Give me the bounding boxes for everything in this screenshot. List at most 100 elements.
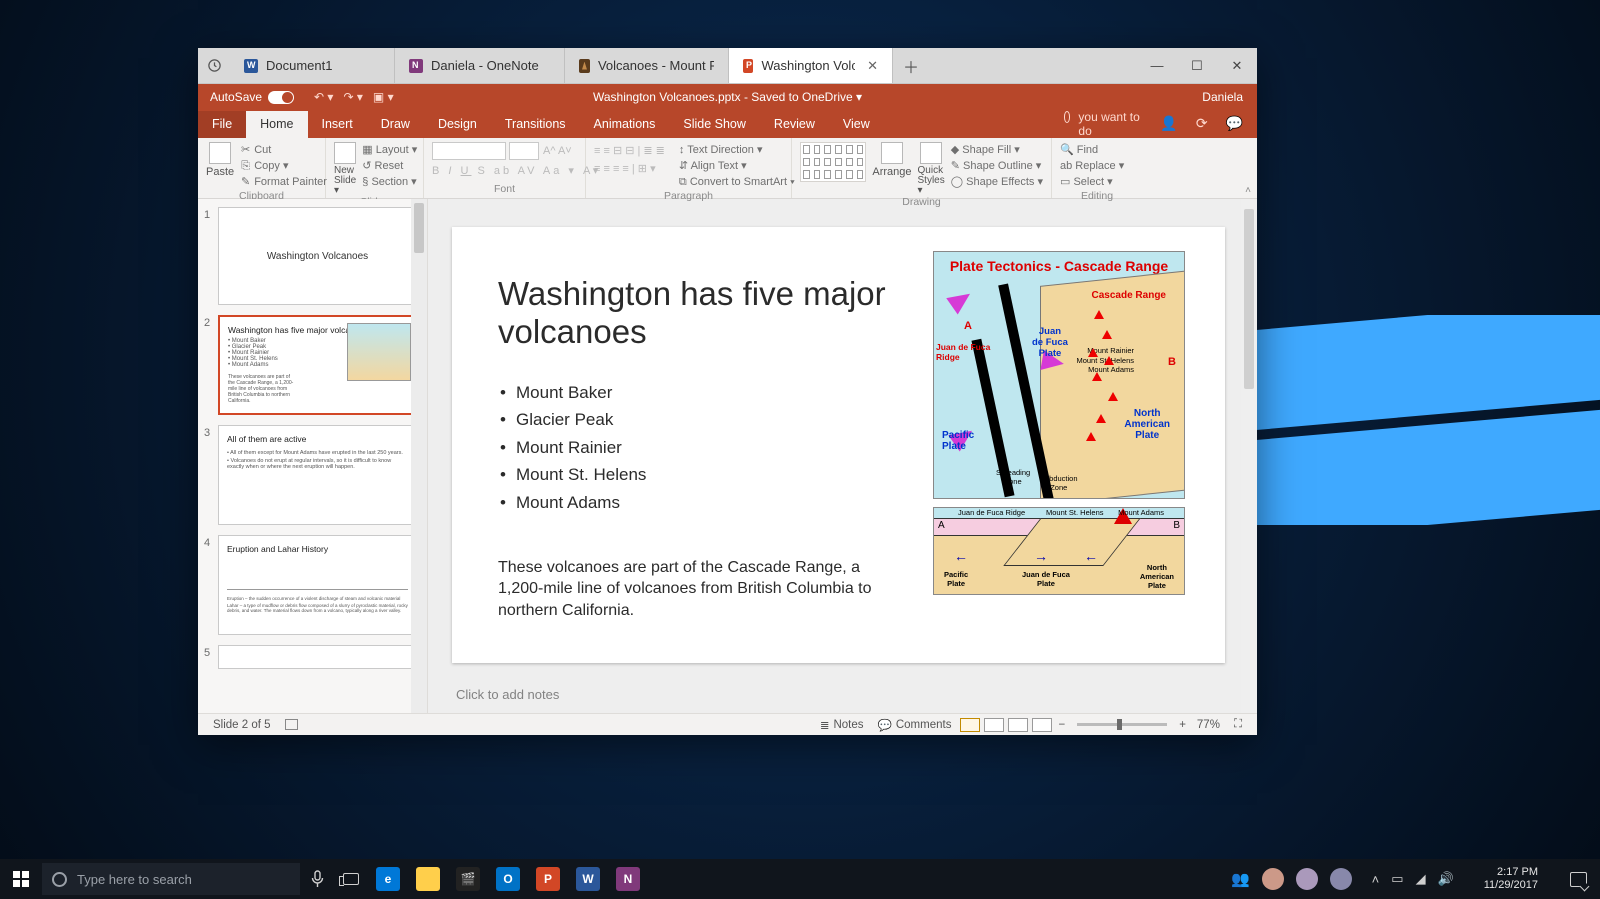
- shape-effects-button[interactable]: ◯ Shape Effects ▾: [951, 174, 1043, 190]
- copy-button[interactable]: ⎘ Copy ▾: [240, 158, 327, 174]
- select-button[interactable]: ▭ Select ▾: [1060, 174, 1124, 190]
- volume-icon[interactable]: 🔊: [1438, 871, 1454, 887]
- font-family-box[interactable]: [432, 142, 506, 160]
- taskbar-app-outlook[interactable]: O: [488, 859, 528, 899]
- slide-sorter-view-button[interactable]: [984, 718, 1004, 732]
- people-contact-1[interactable]: [1262, 868, 1284, 890]
- animations-tab[interactable]: Animations: [580, 111, 670, 138]
- people-button[interactable]: 👥: [1231, 870, 1250, 888]
- slide-indicator[interactable]: Slide 2 of 5: [206, 719, 278, 731]
- reset-button[interactable]: ↺ Reset: [362, 158, 417, 174]
- normal-view-button[interactable]: [960, 718, 980, 732]
- start-from-beginning-button[interactable]: ▣ ▾: [373, 90, 394, 104]
- font-size-box[interactable]: [509, 142, 539, 160]
- slide-bullets[interactable]: Mount Baker Glacier Peak Mount Rainier M…: [498, 379, 928, 517]
- replace-button[interactable]: ab Replace ▾: [1060, 158, 1124, 174]
- collapse-ribbon-button[interactable]: ˄: [1245, 185, 1251, 196]
- draw-tab[interactable]: Draw: [367, 111, 424, 138]
- quick-styles-button[interactable]: Quick Styles ▾: [918, 142, 945, 196]
- spellcheck-button[interactable]: [278, 719, 305, 730]
- design-tab[interactable]: Design: [424, 111, 491, 138]
- fit-to-window-button[interactable]: ⛶: [1227, 718, 1249, 731]
- taskbar-app-word[interactable]: W: [568, 859, 608, 899]
- comments-icon[interactable]: 💬: [1226, 115, 1243, 132]
- taskbar-app-onenote[interactable]: N: [608, 859, 648, 899]
- task-view-button[interactable]: [334, 873, 368, 885]
- format-painter-button[interactable]: ✎ Format Painter: [240, 174, 327, 190]
- maximize-button[interactable]: ☐: [1177, 48, 1217, 83]
- close-tab-button[interactable]: ✕: [867, 58, 878, 74]
- zoom-slider[interactable]: [1077, 723, 1167, 726]
- zoom-level[interactable]: 77%: [1190, 719, 1227, 731]
- review-tab[interactable]: Review: [760, 111, 829, 138]
- taskbar-clock[interactable]: 2:17 PM 11/29/2017: [1474, 866, 1548, 891]
- tab-onenote-daniela[interactable]: Daniela - OneNote: [395, 48, 565, 83]
- taskbar-app-explorer[interactable]: [408, 859, 448, 899]
- taskbar-app-edge[interactable]: e: [368, 859, 408, 899]
- find-button[interactable]: 🔍 Find: [1060, 142, 1124, 158]
- taskbar-app-powerpoint[interactable]: P: [528, 859, 568, 899]
- new-slide-button[interactable]: New Slide ▾: [334, 142, 356, 196]
- account-icon[interactable]: 👤: [1160, 115, 1177, 132]
- cut-button[interactable]: ✂ Cut: [240, 142, 327, 158]
- slide-image-map[interactable]: Plate Tectonics - Cascade Range Cascade …: [933, 251, 1185, 599]
- slide-paragraph[interactable]: These volcanoes are part of the Cascade …: [498, 557, 902, 622]
- cortana-mic-button[interactable]: [300, 870, 334, 888]
- history-icon[interactable]: ⟳: [1196, 115, 1208, 132]
- view-tab[interactable]: View: [829, 111, 884, 138]
- slideshow-view-button[interactable]: [1032, 718, 1052, 732]
- slide-thumbnail-4[interactable]: Eruption and Lahar History Eruption – th…: [218, 535, 417, 635]
- shapes-gallery[interactable]: [800, 142, 866, 182]
- people-contact-2[interactable]: [1296, 868, 1318, 890]
- slide-thumbnails-pane[interactable]: 1 Washington Volcanoes 2 Washington has …: [198, 199, 428, 735]
- comments-button[interactable]: 💬 Comments: [871, 718, 959, 732]
- text-direction-button[interactable]: ↕ Text Direction ▾: [679, 142, 795, 158]
- canvas-vertical-scrollbar[interactable]: [1241, 199, 1257, 735]
- tab-powerpoint-active[interactable]: Washington Volcanoe ✕: [729, 48, 893, 83]
- zoom-out-button[interactable]: −: [1054, 719, 1069, 731]
- reading-view-button[interactable]: [1008, 718, 1028, 732]
- section-button[interactable]: § Section ▾: [362, 174, 417, 190]
- battery-icon[interactable]: ▭: [1391, 871, 1403, 887]
- autosave-toggle[interactable]: [268, 91, 294, 104]
- slide-thumbnail-3[interactable]: All of them are active • All of them exc…: [218, 425, 417, 525]
- taskbar-app-movies[interactable]: 🎬: [448, 859, 488, 899]
- tab-history-button[interactable]: [198, 48, 230, 83]
- tab-edge-volcanoes[interactable]: Volcanoes - Mount Rainie: [565, 48, 729, 83]
- arrange-button[interactable]: Arrange: [872, 142, 911, 178]
- layout-button[interactable]: ▦ Layout ▾: [362, 142, 417, 158]
- slide-title[interactable]: Washington has five major volcanoes: [498, 275, 928, 351]
- start-button[interactable]: [0, 871, 42, 887]
- redo-button[interactable]: ↷ ▾: [343, 90, 362, 104]
- slide-thumbnail-1[interactable]: Washington Volcanoes: [218, 207, 417, 305]
- people-contact-3[interactable]: [1330, 868, 1352, 890]
- wifi-icon[interactable]: ◢: [1416, 871, 1426, 887]
- convert-smartart-button[interactable]: ⧉ Convert to SmartArt ▾: [679, 174, 795, 190]
- transitions-tab[interactable]: Transitions: [491, 111, 580, 138]
- slide-thumbnail-2[interactable]: Washington has five major volcanoes • Mo…: [218, 315, 417, 415]
- paste-button[interactable]: Paste: [206, 142, 234, 178]
- shape-fill-button[interactable]: ◆ Shape Fill ▾: [951, 142, 1043, 158]
- slideshow-tab[interactable]: Slide Show: [669, 111, 760, 138]
- slide-canvas[interactable]: Washington has five major volcanoes ↖ Mo…: [452, 227, 1225, 663]
- tab-word-document1[interactable]: Document1: [230, 48, 395, 83]
- file-tab[interactable]: File: [198, 111, 246, 138]
- align-text-button[interactable]: ⇵ Align Text ▾: [679, 158, 795, 174]
- slide-thumbnail-5[interactable]: [218, 645, 417, 669]
- new-tab-button[interactable]: ＋: [893, 48, 929, 83]
- minimize-button[interactable]: —: [1137, 48, 1177, 83]
- taskbar-search[interactable]: Type here to search: [42, 863, 300, 895]
- signed-in-user[interactable]: Daniela: [1202, 90, 1243, 104]
- close-window-button[interactable]: ✕: [1217, 48, 1257, 83]
- undo-button[interactable]: ↶ ▾: [314, 90, 333, 104]
- shape-outline-button[interactable]: ✎ Shape Outline ▾: [951, 158, 1043, 174]
- zoom-in-button[interactable]: +: [1175, 719, 1190, 731]
- home-tab[interactable]: Home: [246, 111, 307, 138]
- action-center-button[interactable]: [1560, 872, 1596, 887]
- document-title[interactable]: Washington Volcanoes.pptx - Saved to One…: [593, 90, 862, 104]
- tray-overflow-button[interactable]: ˄: [1372, 872, 1380, 887]
- notes-pane[interactable]: Click to add notes: [452, 687, 1209, 711]
- insert-tab[interactable]: Insert: [308, 111, 367, 138]
- thumbnails-scrollbar[interactable]: [411, 199, 427, 735]
- notes-button[interactable]: ≣ Notes: [813, 718, 871, 732]
